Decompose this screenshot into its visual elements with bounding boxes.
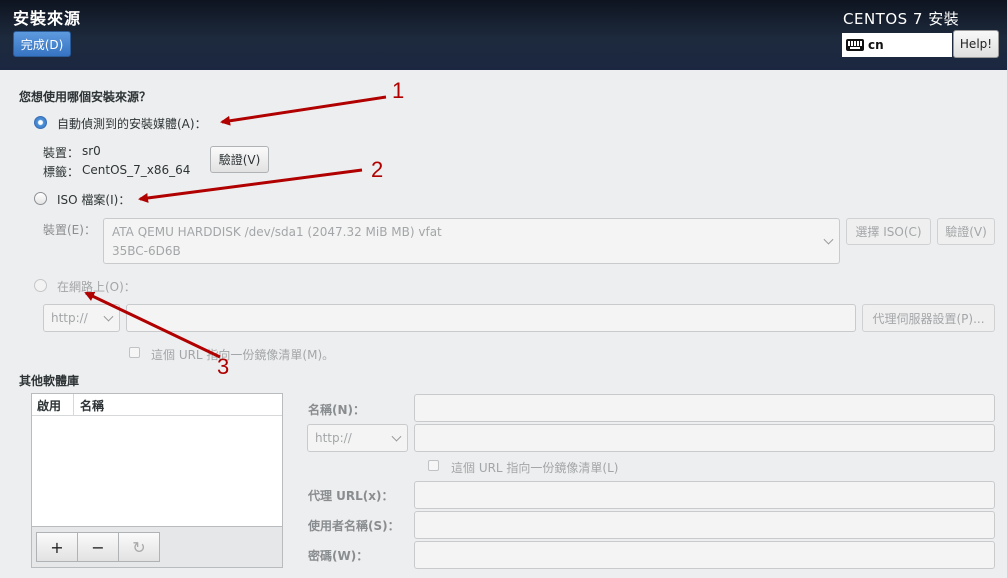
annotation-number-1: 1 [392,78,405,103]
annotation-number-3: 3 [217,354,230,379]
arrow-2 [138,168,363,203]
arrow-1 [220,95,387,126]
annotation-number-2: 2 [371,157,384,182]
annotation-overlay [84,95,387,359]
arrow-3 [84,291,221,359]
